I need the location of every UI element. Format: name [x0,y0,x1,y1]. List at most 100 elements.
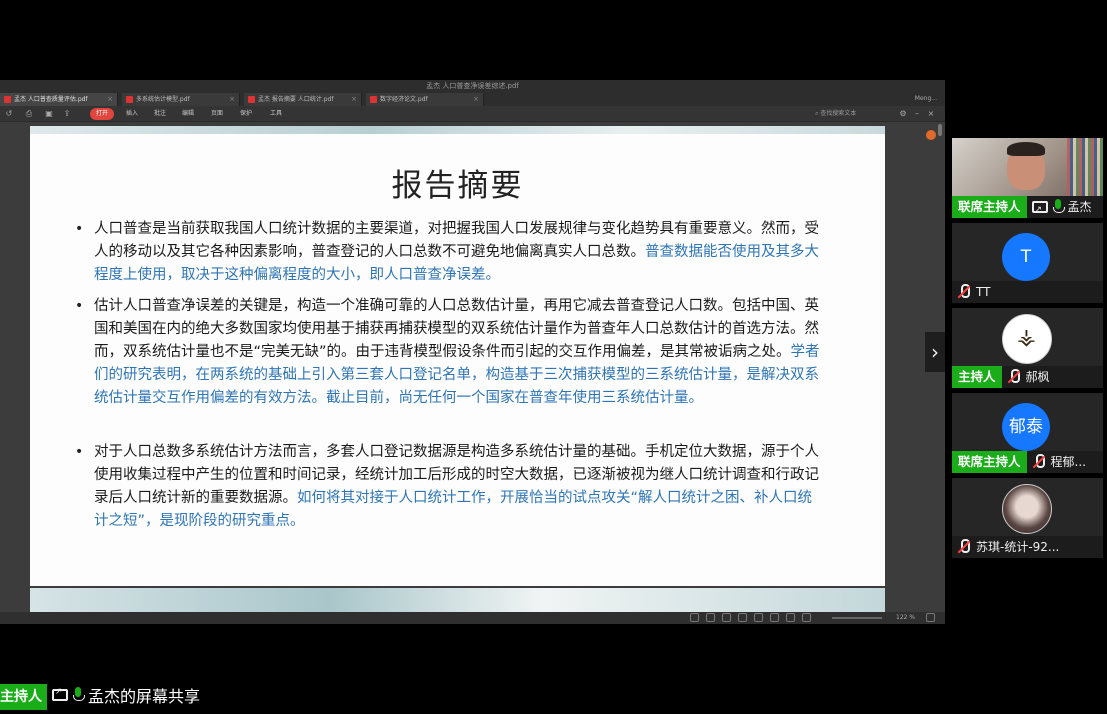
pdf-file-icon [248,96,255,103]
zoom-level: 122 % [896,614,916,621]
background-bookshelf [1067,138,1103,196]
print-icon[interactable]: ⎙ [24,109,34,119]
menu-annotate[interactable]: 批注 [154,108,166,120]
close-icon[interactable]: × [473,93,479,106]
user-account-label[interactable]: Meng... [915,92,937,105]
tab-label: 多系统估计模型.pdf [136,96,190,103]
fit-width-icon[interactable] [738,613,747,622]
bullet-text: 估计人口普查净误差的关键是，构造一个准确可靠的人口总数估计量，再用它减去普查登记… [94,298,819,360]
participant-tile[interactable]: T TT [952,223,1103,303]
bullet-item: • 对于人口总数多系统估计方法而言，多套人口登记数据源是构造多系统估计量的基础。… [75,441,824,533]
tab-bar: 孟杰 人口普查质量评估.pdf × 多系统估计模型.pdf × 孟杰 报告摘要 … [0,92,945,106]
tab-label: 孟杰 报告摘要 人口统计.pdf [258,96,334,103]
tab-label: 数字经济论文.pdf [380,96,428,103]
screen-share-label: 孟杰的屏幕共享 [88,687,201,706]
status-bar: 122 % [0,612,945,624]
mic-on-icon[interactable] [1052,199,1065,215]
pdf-file-icon [4,96,11,103]
participant-label: 苏琪-统计-92... [952,536,1103,558]
tab-2[interactable]: 孟杰 报告摘要 人口统计.pdf × [244,93,362,106]
close-icon[interactable]: × [351,93,357,106]
bullet-dot: • [75,444,84,460]
meeting-screen: 孟杰 人口普查净误差综述.pdf 孟杰 人口普查质量评估.pdf × 多系统估计… [0,0,1107,714]
next-slide-preview [30,588,885,612]
document-viewport[interactable]: 报告摘要 • 人口普查是当前获取我国人口统计数据的主要渠道，对把握我国人口发展规… [0,122,945,612]
menu-insert[interactable]: 插入 [126,108,138,120]
slide-page: 报告摘要 • 人口普查是当前获取我国人口统计数据的主要渠道，对把握我国人口发展规… [30,126,885,586]
host-badge: 主持人 [952,366,1002,388]
close-window-icon[interactable]: × [926,109,936,119]
host-badge: 主持人 [0,684,47,710]
participant-label: TT [952,281,1103,303]
settings-icon[interactable]: ⚙ [898,109,908,119]
two-page-icon[interactable] [722,613,731,622]
mic-muted-icon[interactable] [957,539,971,555]
rotate-icon[interactable] [786,613,795,622]
open-button[interactable]: 打开 [90,108,115,120]
screen-share-status: 主持人 孟杰的屏幕共享 [0,684,200,710]
single-page-icon[interactable] [706,613,715,622]
participant-label: 主持人 郝枫 [952,366,1103,388]
slide-header-band [30,126,885,134]
participant-name: 苏琪-统计-92... [976,540,1060,554]
zoom-slider[interactable] [832,617,882,619]
participant-label: 联席主持人 孟杰 [952,196,1103,218]
pdf-file-icon [370,96,377,103]
avatar: ⚶ [1002,314,1052,364]
avatar-emblem-icon: ⚶ [1017,325,1036,350]
cohost-badge: 联席主持人 [952,451,1027,473]
bullet-item: • 人口普查是当前获取我国人口统计数据的主要渠道，对把握我国人口发展规律与变化趋… [75,218,824,287]
mic-muted-icon[interactable] [957,284,971,300]
mic-muted-icon[interactable] [1007,369,1021,385]
tab-3[interactable]: 数字经济论文.pdf × [366,93,484,106]
participant-name: 孟杰 [1067,200,1092,214]
participant-tile[interactable]: ⚶ 主持人 郝枫 [952,308,1103,388]
grid-view-icon[interactable] [770,613,779,622]
bullet-dot: • [75,221,84,237]
window-title: 孟杰 人口普查净误差综述.pdf [0,80,945,92]
participant-video [952,138,1103,196]
mic-muted-icon[interactable] [1032,454,1046,470]
menu-edit[interactable]: 编辑 [182,108,194,120]
save-icon[interactable]: ▣ [44,109,54,119]
fullscreen-icon[interactable] [926,613,935,622]
participant-tile[interactable]: 联席主持人 孟杰 [952,138,1103,218]
avatar [1002,484,1052,534]
close-icon[interactable]: × [107,93,113,106]
share-icon[interactable]: ⇪ [62,109,72,119]
minimize-icon[interactable]: – [912,109,922,119]
mic-on-icon[interactable] [73,687,85,703]
person-hair [1007,142,1045,156]
floating-action-button[interactable] [926,130,936,140]
screen-share-icon [52,687,68,701]
eye-icon[interactable] [754,613,763,622]
avatar: 郁泰 [1002,403,1050,451]
participant-name: TT [976,285,991,299]
menu-page[interactable]: 页面 [211,108,223,120]
slide-title: 报告摘要 [391,168,524,204]
screen-share-icon [1031,199,1048,218]
menu-tools[interactable]: 工具 [270,108,282,120]
tab-label: 孟杰 人口普查质量评估.pdf [14,96,88,103]
page-view-icon[interactable] [690,613,699,622]
participant-label: 联席主持人 程郁... [952,451,1103,473]
menu-protect[interactable]: 保护 [240,108,252,120]
undo-icon[interactable]: ↺ [4,109,14,119]
pdf-file-icon [126,96,133,103]
participant-tile[interactable]: 郁泰 联席主持人 程郁... [952,393,1103,473]
tab-0[interactable]: 孟杰 人口普查质量评估.pdf × [0,93,118,106]
bullet-dot: • [75,298,84,314]
tab-1[interactable]: 多系统估计模型.pdf × [122,93,240,106]
shared-pdf-window: 孟杰 人口普查净误差综述.pdf 孟杰 人口普查质量评估.pdf × 多系统估计… [0,80,945,624]
close-icon[interactable]: × [229,93,235,106]
sidebar-icon[interactable] [802,613,811,622]
bullet-item: • 估计人口普查净误差的关键是，构造一个准确可靠的人口总数估计量，再用它减去普查… [75,295,824,410]
search-input[interactable]: 查找搜索文本 [815,109,875,119]
chevron-right-icon[interactable]: › [925,332,945,372]
avatar: T [1002,233,1050,281]
cohost-badge: 联席主持人 [952,196,1027,218]
participant-name: 郝枫 [1025,370,1050,384]
scrollbar-thumb[interactable] [938,124,942,136]
participant-tile[interactable]: 苏琪-统计-92... [952,478,1103,558]
participant-name: 程郁... [1050,455,1086,469]
